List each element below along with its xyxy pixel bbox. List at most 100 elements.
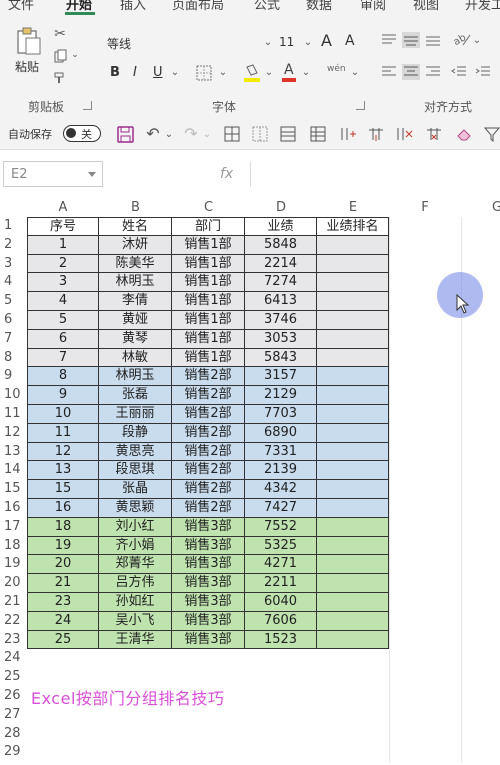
table-cell[interactable]: 销售3部 [172,630,245,650]
column-header[interactable]: E [317,199,389,217]
table-cell[interactable]: 销售1部 [172,292,245,311]
table-cell[interactable]: 销售3部 [172,611,245,631]
table-cell[interactable]: 3053 [245,329,317,349]
header-cell[interactable]: 序号 [27,217,99,236]
table-cell[interactable] [317,536,389,556]
column-header[interactable]: B [99,199,172,217]
row-header[interactable]: 26 [0,687,26,706]
font-color-chevron-icon[interactable]: ⌄ [301,66,311,78]
table-cell[interactable]: 销售3部 [172,536,245,556]
table-cell[interactable] [317,423,389,443]
table-cell[interactable]: 15 [27,480,99,499]
align-right-icon[interactable] [424,64,442,80]
table-cell[interactable]: 段静 [99,423,172,443]
table-cell[interactable] [317,386,389,405]
table-cell[interactable]: 7427 [245,499,317,518]
table-cell[interactable] [317,461,389,481]
table-cell[interactable]: 7274 [245,273,317,293]
table-cell[interactable]: 销售1部 [172,235,245,255]
table-cell[interactable]: 吕方伟 [99,574,172,593]
table-cell[interactable]: 6890 [245,423,317,443]
table-cell[interactable]: 12 [27,442,99,462]
table-cell[interactable] [317,235,389,255]
table-cell[interactable]: 销售2部 [172,461,245,481]
row-header[interactable]: 3 [0,255,26,274]
row-header[interactable]: 17 [0,518,26,537]
phonetic-button[interactable]: wén [327,64,346,74]
bold-button[interactable]: B [110,65,120,80]
table-cell[interactable]: 销售1部 [172,348,245,368]
row-header[interactable]: 5 [0,292,26,311]
decrease-indent-icon[interactable] [450,64,468,80]
table-cell[interactable]: 6 [27,329,99,349]
row-header[interactable]: 24 [0,649,26,668]
table-cell[interactable]: 销售2部 [172,480,245,499]
table-cell[interactable]: 2139 [245,461,317,481]
all-borders-icon[interactable] [223,125,241,143]
row-header[interactable]: 20 [0,574,26,593]
fx-icon[interactable]: fx [220,166,233,182]
table-cell[interactable]: 销售1部 [172,329,245,349]
increase-font-icon[interactable]: A [321,31,332,50]
row-header[interactable]: 12 [0,424,26,443]
table-cell[interactable]: 林明玉 [99,367,172,387]
formula-input[interactable] [250,161,500,187]
table-cell[interactable]: 4342 [245,480,317,499]
row-header[interactable]: 23 [0,631,26,650]
chevron-down-icon[interactable]: ⌄ [70,50,80,60]
table-cell[interactable]: 2214 [245,254,317,274]
row-header[interactable]: 21 [0,593,26,612]
table-cell[interactable]: 刘小红 [99,517,172,537]
row-header[interactable]: 19 [0,555,26,574]
border-chevron-icon[interactable]: ⌄ [218,66,228,78]
font-name-chevron-icon[interactable]: ⌄ [263,36,273,48]
table-cell[interactable]: 段思琪 [99,461,172,481]
row-header[interactable]: 14 [0,461,26,480]
increase-indent-icon[interactable] [474,64,492,80]
row-header[interactable]: 4 [0,273,26,292]
table-cell[interactable]: 吴小飞 [99,611,172,631]
column-header[interactable]: G [461,199,500,217]
table-cell[interactable]: 6413 [245,292,317,311]
table-cell[interactable] [317,405,389,424]
underline-button[interactable]: U [153,65,163,80]
table-cell[interactable]: 7606 [245,611,317,631]
table-cell[interactable]: 6040 [245,593,317,612]
table-cell[interactable]: 齐小娟 [99,536,172,556]
table-cell[interactable]: 孙如红 [99,593,172,612]
font-size-select[interactable]: 11 [279,35,294,49]
table-cell[interactable] [317,292,389,311]
eraser-icon[interactable] [455,125,473,143]
row-header[interactable]: 15 [0,480,26,499]
border-icon[interactable] [195,64,213,82]
table-cell[interactable]: 5843 [245,348,317,368]
column-header[interactable]: F [389,199,461,217]
table-cell[interactable]: 黄娅 [99,311,172,330]
tab-6[interactable]: 审阅 [360,0,386,13]
table-cell[interactable]: 11 [27,423,99,443]
tab-4[interactable]: 公式 [254,0,280,13]
format-painter-icon[interactable] [52,70,68,86]
table-cell[interactable]: 2211 [245,574,317,593]
font-name-select[interactable]: 等线 [107,35,131,52]
table-cell[interactable]: 王清华 [99,630,172,650]
table-cell[interactable]: 4 [27,292,99,311]
table-cell[interactable] [317,273,389,293]
worksheet[interactable]: A B C D E F G 1 2 3 4 5 6 7 8 9 10 11 12 13 14 15 16 17 18 19 20 21… [0,199,500,765]
insert-row-icon[interactable] [279,125,297,143]
table-cell[interactable]: 销售2部 [172,442,245,462]
table-cell[interactable]: 黄思亮 [99,442,172,462]
font-size-chevron-icon[interactable]: ⌄ [303,36,313,48]
row-header[interactable]: 11 [0,405,26,424]
table-cell[interactable]: 销售1部 [172,311,245,330]
table-cell[interactable]: 1523 [245,630,317,650]
table-cell[interactable]: 18 [27,517,99,537]
autosave-toggle[interactable]: 关 [63,125,101,142]
table-cell[interactable]: 陈美华 [99,254,172,274]
table-cell[interactable]: 销售3部 [172,593,245,612]
table-cell[interactable]: 23 [27,593,99,612]
align-left-icon[interactable] [380,64,398,80]
fill-color-chevron-icon[interactable]: ⌄ [264,66,274,78]
cut-icon[interactable]: ✂ [52,26,68,42]
row-header[interactable]: 6 [0,311,26,330]
